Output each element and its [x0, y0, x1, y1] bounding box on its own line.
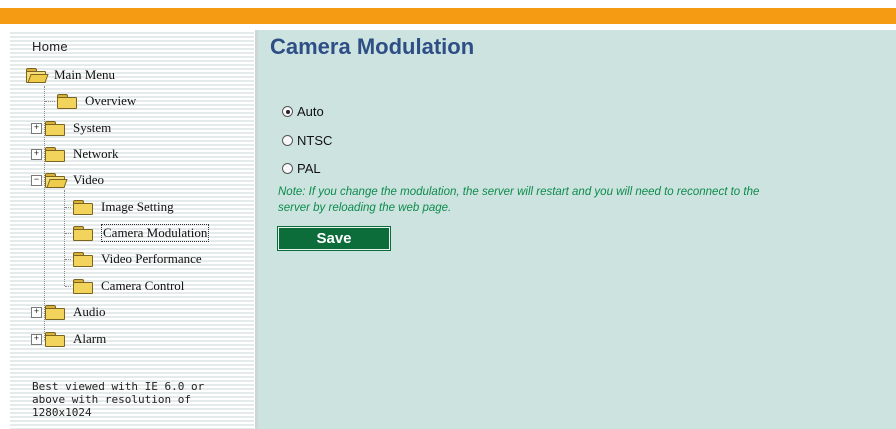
- sidebar-item-video-performance[interactable]: Video Performance: [65, 248, 202, 270]
- folder-icon: [45, 332, 65, 347]
- sidebar-item-camera-modulation[interactable]: Camera Modulation: [65, 222, 210, 244]
- sidebar-item-network[interactable]: + Network: [31, 143, 119, 165]
- folder-icon: [73, 252, 93, 267]
- radio-option-ntsc[interactable]: NTSC: [282, 131, 332, 149]
- browser-recommendation-note: Best viewed with IE 6.0 or above with re…: [32, 380, 242, 419]
- sidebar-item-label: Overview: [85, 93, 137, 108]
- sidebar-item-label: Camera Modulation: [101, 224, 210, 242]
- footnote-line: Best viewed with IE 6.0 or: [32, 380, 205, 393]
- restart-warning-note: Note: If you change the modulation, the …: [278, 184, 888, 216]
- note-line: Note: If you change the modulation, the …: [278, 186, 760, 198]
- sidebar-item-label: Image Setting: [101, 199, 174, 214]
- sidebar-item-label: Alarm: [73, 331, 107, 346]
- folder-icon: [45, 147, 65, 162]
- sidebar-home-link[interactable]: Home: [32, 39, 68, 54]
- expand-icon[interactable]: +: [31, 333, 42, 345]
- radio-option-pal[interactable]: PAL: [282, 159, 321, 177]
- note-line: server by reloading the web page.: [278, 202, 452, 214]
- sidebar-item-label: Video Performance: [101, 251, 202, 266]
- radio-label: PAL: [297, 160, 321, 176]
- sidebar-item-label: Audio: [73, 304, 106, 319]
- radio-option-auto[interactable]: Auto: [282, 102, 324, 120]
- footnote-line: 1280x1024: [32, 406, 92, 419]
- open-folder-icon: [26, 68, 49, 83]
- radio-button-icon[interactable]: [282, 134, 293, 146]
- header-accent-bar: [0, 8, 896, 24]
- radio-label: NTSC: [297, 132, 333, 148]
- save-button[interactable]: Save: [278, 227, 390, 250]
- footnote-line: above with resolution of: [32, 393, 191, 406]
- sidebar-item-main-menu[interactable]: Main Menu: [26, 64, 115, 86]
- sidebar-item-video[interactable]: − Video: [31, 169, 104, 191]
- sidebar-item-audio[interactable]: + Audio: [31, 301, 106, 323]
- sidebar-tree: Home Main Menu Overview + System + Netwo…: [10, 30, 254, 429]
- main-panel: Camera Modulation Auto NTSC PAL Note: If…: [258, 30, 896, 429]
- page-title: Camera Modulation: [270, 34, 475, 59]
- expand-icon[interactable]: +: [31, 306, 42, 318]
- sidebar-item-label: System: [73, 120, 112, 135]
- folder-icon: [73, 200, 93, 215]
- expand-icon[interactable]: +: [31, 148, 42, 160]
- sidebar-item-camera-control[interactable]: Camera Control: [65, 275, 184, 297]
- sidebar-item-image-setting[interactable]: Image Setting: [65, 196, 174, 218]
- radio-label: Auto: [297, 103, 324, 119]
- top-border: [0, 0, 896, 8]
- sidebar-item-label: Network: [73, 146, 119, 161]
- radio-button-icon[interactable]: [282, 162, 293, 174]
- sidebar-item-label: Main Menu: [54, 67, 116, 82]
- sidebar-item-overview[interactable]: Overview: [45, 90, 136, 112]
- folder-icon: [45, 121, 65, 136]
- collapse-icon[interactable]: −: [31, 174, 42, 186]
- sidebar-item-label: Camera Control: [101, 278, 185, 293]
- folder-icon: [73, 226, 93, 241]
- folder-icon: [57, 94, 77, 109]
- open-folder-icon: [45, 173, 68, 188]
- folder-icon: [45, 305, 65, 320]
- sidebar-item-label: Video: [73, 172, 104, 187]
- folder-icon: [73, 279, 93, 294]
- sidebar-item-alarm[interactable]: + Alarm: [31, 328, 106, 350]
- radio-button-checked-icon[interactable]: [282, 105, 293, 117]
- expand-icon[interactable]: +: [31, 122, 42, 134]
- sidebar-item-system[interactable]: + System: [31, 117, 111, 139]
